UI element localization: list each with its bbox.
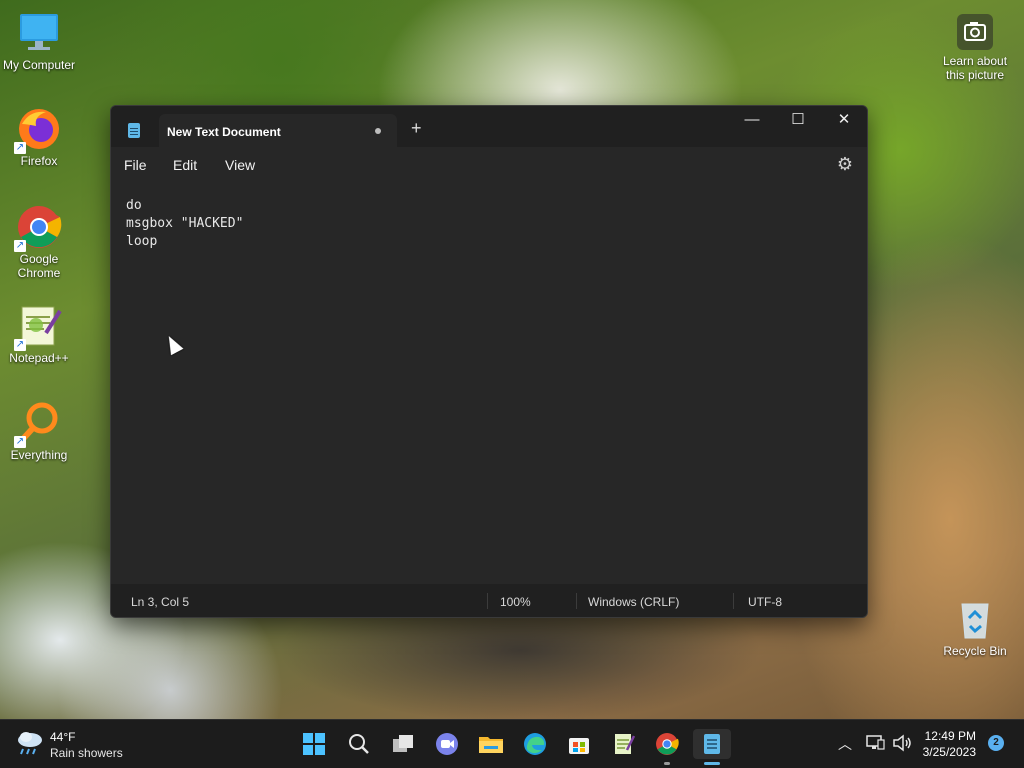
encoding[interactable]: UTF-8 [748, 595, 782, 609]
monitor-icon [16, 10, 62, 56]
chat-icon [436, 733, 458, 755]
taskbar: 44°F Rain showers ︿ 12:49 PM 3/25/2023 2 [0, 719, 1024, 768]
teams-chat-button[interactable] [432, 729, 462, 759]
recycle-bin-icon [952, 596, 998, 642]
notepadpp-icon: ↗ [14, 303, 62, 351]
firefox-icon: ↗ [14, 106, 62, 154]
folder-icon [479, 737, 503, 753]
gear-icon[interactable]: ⚙ [837, 154, 853, 175]
notepadpp-icon [615, 734, 636, 754]
menu-view[interactable]: View [225, 157, 255, 173]
menu-bar: File Edit View ⚙ [111, 147, 867, 185]
edge-icon [524, 733, 546, 755]
clock-time: 12:49 PM [924, 729, 976, 743]
cursor-position: Ln 3, Col 5 [131, 595, 190, 609]
notepad-icon [704, 734, 720, 754]
desktop-icon-everything[interactable]: ↗ Everything [0, 400, 78, 462]
learn-about-picture[interactable]: Learn about this picture [936, 12, 1014, 82]
unsaved-indicator [375, 128, 381, 134]
store-icon [569, 738, 589, 754]
desktop-icon-my-computer[interactable]: My Computer [0, 10, 78, 72]
clock-date: 3/25/2023 [922, 745, 976, 759]
line-ending[interactable]: Windows (CRLF) [588, 595, 679, 609]
everything-icon: ↗ [14, 400, 62, 448]
chrome-icon: ↗ [14, 204, 62, 252]
shortcut-arrow-icon: ↗ [14, 436, 26, 448]
new-tab-button[interactable]: + [411, 118, 422, 139]
zoom-level[interactable]: 100% [500, 595, 531, 609]
search-button[interactable] [344, 729, 374, 759]
store-button[interactable] [564, 729, 594, 759]
weather-desc: Rain showers [50, 746, 123, 760]
tab-title: New Text Document [167, 125, 281, 139]
shortcut-arrow-icon: ↗ [14, 142, 26, 154]
status-bar: Ln 3, Col 5 100% Windows (CRLF) UTF-8 [111, 584, 867, 617]
desktop-icon-chrome[interactable]: ↗ Google Chrome [0, 204, 78, 280]
notepad-window[interactable]: New Text Document + — ☐ ✕ File Edit View… [110, 105, 868, 618]
camera-icon [955, 12, 995, 52]
status-divider [576, 593, 577, 609]
desktop-icon-label: Recycle Bin [943, 644, 1007, 658]
title-bar[interactable]: New Text Document + — ☐ ✕ [111, 106, 867, 147]
chrome-icon [656, 733, 679, 755]
menu-edit[interactable]: Edit [173, 157, 197, 173]
text-editor[interactable]: do msgbox "HACKED" loop [111, 185, 867, 584]
windows-icon [303, 733, 325, 755]
tab-new-text-document[interactable]: New Text Document [159, 114, 397, 147]
rain-cloud-icon [18, 732, 42, 755]
show-hidden-icons-button[interactable]: ︿ [838, 734, 852, 754]
desktop-icon-label: Notepad++ [9, 351, 69, 365]
task-view-button[interactable] [388, 729, 418, 759]
close-button[interactable]: ✕ [821, 106, 867, 136]
shortcut-arrow-icon: ↗ [14, 339, 26, 351]
clock[interactable]: 12:49 PM 3/25/2023 [923, 728, 976, 760]
chrome-running-indicator [664, 762, 670, 765]
search-icon [349, 734, 369, 754]
desktop-icon-label: Everything [10, 448, 68, 462]
minimize-button[interactable]: — [729, 106, 775, 136]
menu-file[interactable]: File [124, 157, 147, 173]
desktop-icon-notepadpp[interactable]: ↗ Notepad++ [0, 303, 78, 365]
notepad-active-indicator [704, 762, 720, 765]
status-divider [733, 593, 734, 609]
desktop-icon-firefox[interactable]: ↗ Firefox [0, 106, 78, 168]
learn-about-label: Learn about this picture [942, 54, 1008, 82]
notepad-taskbar-button[interactable] [693, 729, 731, 759]
desktop-icon-label: My Computer [2, 58, 76, 72]
weather-temp: 44°F [50, 730, 76, 744]
chrome-taskbar-button[interactable] [652, 729, 682, 759]
status-divider [487, 593, 488, 609]
notepad-icon [128, 123, 140, 138]
desktop-icon-label: Google Chrome [17, 252, 61, 280]
notepadpp-taskbar-button[interactable] [608, 729, 638, 759]
edge-button[interactable] [520, 729, 550, 759]
task-view-icon [393, 735, 413, 752]
desktop-icon-label: Firefox [20, 154, 58, 168]
desktop-icon-recycle-bin[interactable]: Recycle Bin [936, 596, 1014, 658]
volume-icon[interactable] [892, 734, 912, 756]
weather-widget[interactable]: 44°F Rain showers [16, 728, 123, 763]
start-button[interactable] [299, 729, 329, 759]
network-icon[interactable] [866, 734, 886, 756]
shortcut-arrow-icon: ↗ [14, 240, 26, 252]
maximize-button[interactable]: ☐ [775, 106, 821, 136]
notification-badge[interactable]: 2 [988, 735, 1004, 751]
file-explorer-button[interactable] [476, 729, 506, 759]
